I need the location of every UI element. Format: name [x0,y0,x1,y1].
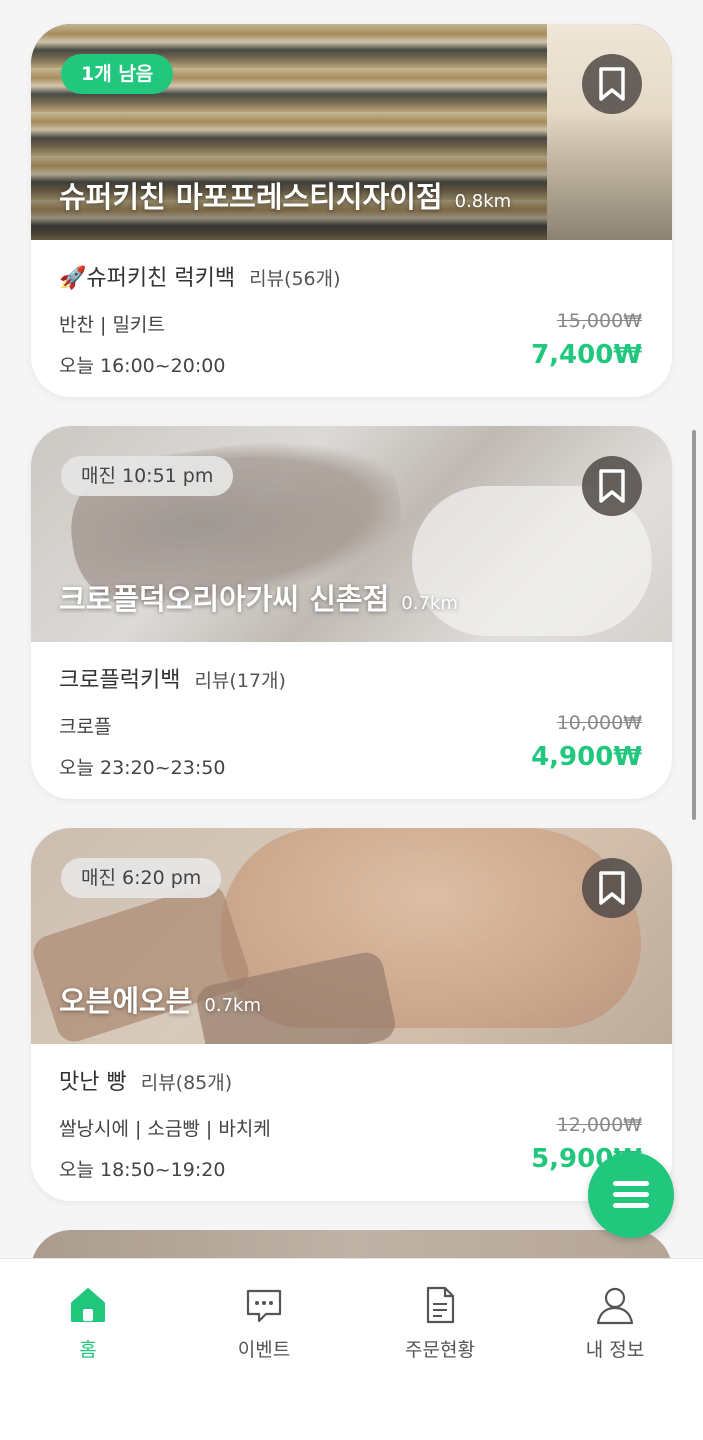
soldout-badge: 매진 6:20 pm [61,858,222,898]
product-name: 맛난 빵 [59,1070,127,1095]
scrollbar[interactable] [692,430,696,820]
sale-price: 7,400₩ [531,340,642,370]
card-info: 크로플럭키백 리뷰(17개) 크로플 오늘 23:20~23:50 10,000… [31,642,672,799]
store-card[interactable]: 1개 남음 슈퍼키친 마포프레스티지자이점 0.8km 🚀슈퍼키친 럭키백 리뷰… [31,24,672,397]
nav-label: 주문현황 [405,1339,475,1361]
product-name: 🚀슈퍼키친 럭키백 [59,266,236,291]
store-name: 슈퍼키친 마포프레스티지자이점 [59,180,443,214]
store-distance: 0.8km [454,191,512,212]
store-card[interactable]: 매진 10:51 pm 크로플덕오리아가씨 신촌점 0.7km 크로플럭키백 리… [31,426,672,799]
store-feed[interactable]: 1개 남음 슈퍼키친 마포프레스티지자이점 0.8km 🚀슈퍼키친 럭키백 리뷰… [0,0,703,1258]
store-photo: 1개 남음 슈퍼키친 마포프레스티지자이점 0.8km [31,24,672,240]
chat-icon [246,1289,282,1323]
nav-item-home[interactable]: 홈 [18,1285,158,1362]
original-price: 10,000₩ [556,712,642,734]
store-title: 슈퍼키친 마포프레스티지자이점 0.8km [59,174,511,216]
document-icon [426,1286,455,1324]
store-title: 오븐에오븐 0.7km [59,978,261,1020]
nav-item-event[interactable]: 이벤트 [194,1285,334,1362]
nav-label: 홈 [79,1339,97,1361]
card-info: 맛난 빵 리뷰(85개) 쌀낭시에 | 소금빵 | 바치케 오늘 18:50~1… [31,1044,672,1201]
nav-label: 이벤트 [237,1339,291,1361]
bookmark-icon [599,469,625,503]
home-icon [71,1288,105,1322]
stock-badge: 1개 남음 [61,54,174,94]
bottom-nav: 홈 이벤트 주문현황 내 정보 [0,1258,703,1440]
menu-button[interactable] [588,1152,674,1238]
original-price: 15,000₩ [556,310,642,332]
store-distance: 0.7km [401,593,458,614]
store-card[interactable]: 매진 6:20 pm 오븐에오븐 0.7km 맛난 빵 리뷰(85개) 쌀낭시에… [31,828,672,1201]
sale-price: 4,900₩ [531,742,642,772]
store-distance: 0.7km [204,995,261,1016]
nav-label: 내 정보 [585,1339,645,1361]
bookmark-button[interactable] [582,858,642,918]
review-count[interactable]: 리뷰(56개) [249,264,340,291]
store-photo: 매진 10:51 pm 크로플덕오리아가씨 신촌점 0.7km [31,426,672,642]
card-info: 🚀슈퍼키친 럭키백 리뷰(56개) 반찬 | 밀키트 오늘 16:00~20:0… [31,240,672,397]
store-card-partial[interactable] [31,1230,672,1258]
nav-item-orders[interactable]: 주문현황 [370,1285,510,1362]
nav-item-profile[interactable]: 내 정보 [545,1285,685,1362]
original-price: 12,000₩ [556,1114,642,1136]
store-photo: 매진 6:20 pm 오븐에오븐 0.7km [31,828,672,1044]
product-name: 크로플럭키백 [59,668,181,693]
soldout-badge: 매진 10:51 pm [61,456,234,496]
user-icon [596,1287,634,1325]
review-count[interactable]: 리뷰(17개) [194,666,285,693]
store-name: 오븐에오븐 [59,984,193,1018]
review-count[interactable]: 리뷰(85개) [141,1068,232,1095]
bookmark-icon [599,67,625,101]
store-title: 크로플덕오리아가씨 신촌점 0.7km [59,576,458,618]
store-name: 크로플덕오리아가씨 신촌점 [59,582,390,616]
bookmark-icon [599,871,625,905]
bookmark-button[interactable] [582,54,642,114]
bookmark-button[interactable] [582,456,642,516]
